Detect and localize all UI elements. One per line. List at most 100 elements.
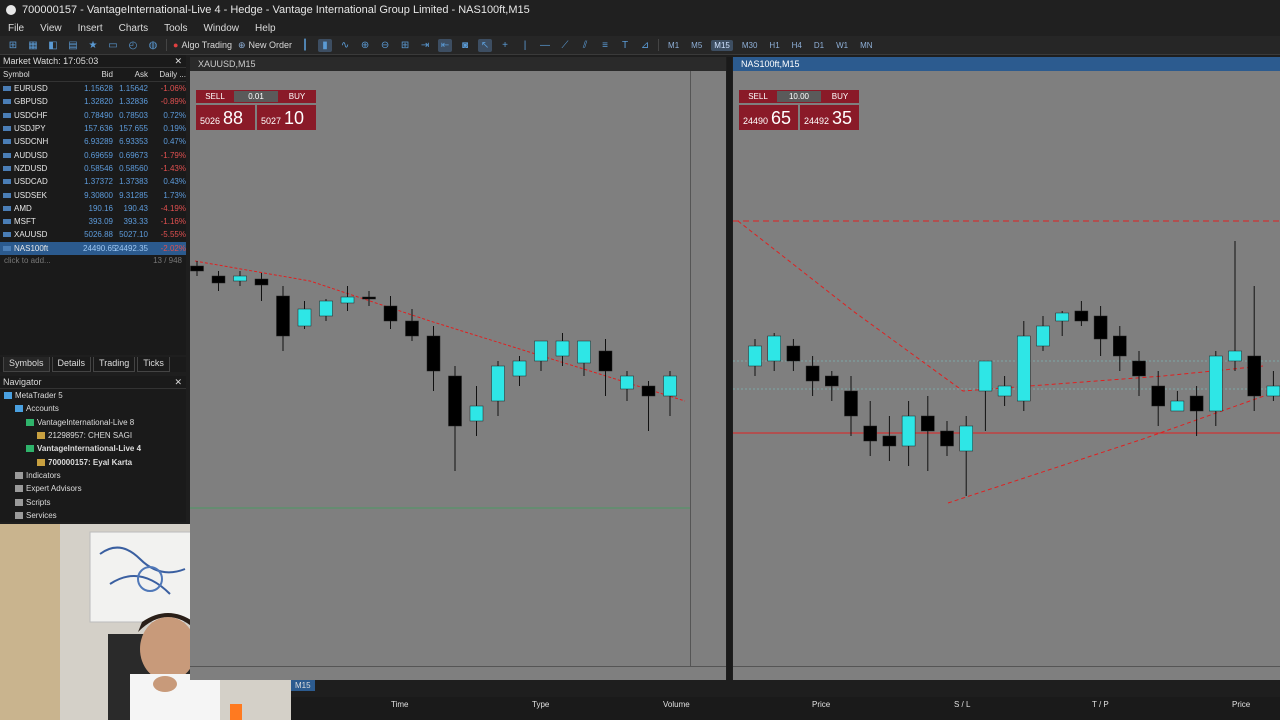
timeframe-m30[interactable]: M30 xyxy=(739,40,761,51)
add-symbol-label[interactable]: click to add... xyxy=(4,256,51,265)
navigator-icon[interactable]: ★ xyxy=(86,39,100,52)
tab-ticks[interactable]: Ticks xyxy=(137,357,170,372)
column-ask[interactable]: Ask xyxy=(113,70,148,79)
time-axis[interactable] xyxy=(190,666,726,680)
ask-price-button[interactable]: 24492 35 xyxy=(800,105,859,130)
navigator-item[interactable]: 21298957: CHEN SAGI xyxy=(0,429,186,442)
column-daily-change[interactable]: Daily ... xyxy=(148,70,186,79)
time-axis[interactable] xyxy=(733,666,1280,680)
new-order-button[interactable]: ⊕ New Order xyxy=(238,40,292,51)
algo-trading-button[interactable]: ● Algo Trading xyxy=(173,40,232,50)
fibonacci-icon[interactable]: ≡ xyxy=(598,39,612,52)
bid-price-button[interactable]: 24490 65 xyxy=(739,105,798,130)
tile-windows-icon[interactable]: ⊞ xyxy=(398,39,412,52)
horizontal-line-icon[interactable]: — xyxy=(538,39,552,52)
market-watch-row[interactable]: EURUSD 1.15628 1.15642 -1.06% xyxy=(0,82,186,95)
menu-tools[interactable]: Tools xyxy=(164,23,187,34)
price-axis[interactable] xyxy=(690,71,726,666)
timeframe-m15[interactable]: M15 xyxy=(711,39,733,51)
timeframe-h4[interactable]: H4 xyxy=(789,40,805,51)
buy-button[interactable]: BUY xyxy=(821,92,859,101)
lot-size-value[interactable]: 0.01 xyxy=(248,92,264,101)
navigator-item[interactable]: MetaTrader 5 xyxy=(0,389,186,402)
column-price[interactable]: Price xyxy=(812,700,830,709)
market-watch-row[interactable]: USDCHF 0.78490 0.78503 0.72% xyxy=(0,109,186,122)
market-watch-row[interactable]: USDCAD 1.37372 1.37383 0.43% xyxy=(0,175,186,188)
navigator-item[interactable]: Accounts xyxy=(0,402,186,415)
chart-window-xauusd[interactable]: XAUUSD,M15 SELL 0.01 BUY 5026 88 5027 10 xyxy=(190,57,726,680)
xauusd-candlestick-chart[interactable] xyxy=(190,71,726,680)
chart-splitter[interactable] xyxy=(727,57,732,680)
zoom-out-icon[interactable]: ⊖ xyxy=(378,39,392,52)
data-window-icon[interactable]: ▤ xyxy=(66,39,80,52)
market-watch-row[interactable]: XAUUSD 5026.88 5027.10 -5.55% xyxy=(0,228,186,241)
navigator-item[interactable]: Services xyxy=(0,509,186,522)
timeframe-d1[interactable]: D1 xyxy=(811,40,827,51)
column-volume[interactable]: Volume xyxy=(663,700,690,709)
buy-button[interactable]: BUY xyxy=(278,92,316,101)
auto-scroll-icon[interactable]: ⇥ xyxy=(418,39,432,52)
candlestick-icon[interactable]: ▮ xyxy=(318,38,333,52)
menu-window[interactable]: Window xyxy=(203,23,239,34)
column-symbol[interactable]: Symbol xyxy=(3,70,83,79)
profiles-icon[interactable]: ▦ xyxy=(26,39,40,52)
tab-symbols[interactable]: Symbols xyxy=(3,357,50,372)
navigator-item[interactable]: Scripts xyxy=(0,495,186,508)
add-symbol-row[interactable]: click to add... 13 / 948 xyxy=(0,255,186,267)
globe-icon[interactable]: ◍ xyxy=(146,39,160,52)
timeframe-mn[interactable]: MN xyxy=(857,40,875,51)
menu-view[interactable]: View xyxy=(40,23,62,34)
bar-chart-icon[interactable]: ┃ xyxy=(298,39,312,52)
close-icon[interactable]: ✕ xyxy=(174,377,182,388)
sell-button[interactable]: SELL xyxy=(739,92,777,101)
screenshot-icon[interactable]: ◙ xyxy=(458,39,472,52)
chart-shift-icon[interactable]: ⇤ xyxy=(438,38,453,52)
market-watch-row[interactable]: USDSEK 9.30800 9.31285 1.73% xyxy=(0,188,186,201)
channel-icon[interactable]: ⫽ xyxy=(578,39,592,52)
timeframe-m1[interactable]: M1 xyxy=(665,40,682,51)
column-current-price[interactable]: Price xyxy=(1232,700,1250,709)
bid-price-button[interactable]: 5026 88 xyxy=(196,105,255,130)
chart-tab-xauusd[interactable]: XAUUSD,M15 xyxy=(190,57,726,71)
navigator-item[interactable]: 700000157: Eyal Karta xyxy=(0,455,186,468)
navigator-item[interactable]: VantageInternational-Live 8 xyxy=(0,416,186,429)
shapes-icon[interactable]: ⊿ xyxy=(638,39,652,52)
chart-tab-m15[interactable]: M15 xyxy=(291,680,315,691)
market-watch-row[interactable]: NAS100ft 24490.65 24492.35 -2.02% xyxy=(0,241,186,255)
new-chart-icon[interactable]: ⊞ xyxy=(6,39,20,52)
sell-button[interactable]: SELL xyxy=(196,92,234,101)
market-watch-row[interactable]: NZDUSD 0.58546 0.58560 -1.43% xyxy=(0,162,186,175)
navigator-item[interactable]: VantageInternational-Live 4 xyxy=(0,442,186,455)
navigator-item[interactable]: Expert Advisors xyxy=(0,482,186,495)
chart-tab-nas100ft[interactable]: NAS100ft,M15 xyxy=(733,57,1280,71)
nas100ft-candlestick-chart[interactable] xyxy=(733,71,1280,680)
market-watch-row[interactable]: GBPUSD 1.32820 1.32836 -0.89% xyxy=(0,95,186,108)
timeframe-w1[interactable]: W1 xyxy=(833,40,851,51)
vertical-line-icon[interactable]: | xyxy=(518,39,532,52)
tab-trading[interactable]: Trading xyxy=(93,357,136,372)
lot-size-value[interactable]: 10.00 xyxy=(789,92,809,101)
tab-details[interactable]: Details xyxy=(51,357,92,372)
terminal-icon[interactable]: ▭ xyxy=(106,39,120,52)
timeframe-h1[interactable]: H1 xyxy=(766,40,782,51)
market-watch-row[interactable]: USDCNH 6.93289 6.93353 0.47% xyxy=(0,135,186,148)
navigator-item[interactable]: Indicators xyxy=(0,469,186,482)
zoom-in-icon[interactable]: ⊕ xyxy=(358,39,372,52)
column-type[interactable]: Type xyxy=(532,700,549,709)
lot-size-field[interactable]: 0.01 xyxy=(234,91,278,102)
trendline-icon[interactable]: ⟋ xyxy=(558,39,572,52)
menu-file[interactable]: File xyxy=(8,23,24,34)
column-tp[interactable]: T / P xyxy=(1092,700,1109,709)
menu-insert[interactable]: Insert xyxy=(78,23,103,34)
cursor-icon[interactable]: ↖ xyxy=(478,38,493,52)
close-icon[interactable]: ✕ xyxy=(174,56,182,67)
market-watch-row[interactable]: USDJPY 157.636 157.655 0.19% xyxy=(0,122,186,135)
menu-help[interactable]: Help xyxy=(255,23,276,34)
market-watch-row[interactable]: AUDUSD 0.69659 0.69673 -1.79% xyxy=(0,148,186,161)
column-sl[interactable]: S / L xyxy=(954,700,970,709)
chart-window-nas100ft[interactable]: NAS100ft,M15 SELL 10.00 BUY 24490 65 2449… xyxy=(733,57,1280,680)
column-bid[interactable]: Bid xyxy=(83,70,113,79)
text-icon[interactable]: T xyxy=(618,39,632,52)
market-watch-icon[interactable]: ◧ xyxy=(46,39,60,52)
menu-charts[interactable]: Charts xyxy=(119,23,148,34)
